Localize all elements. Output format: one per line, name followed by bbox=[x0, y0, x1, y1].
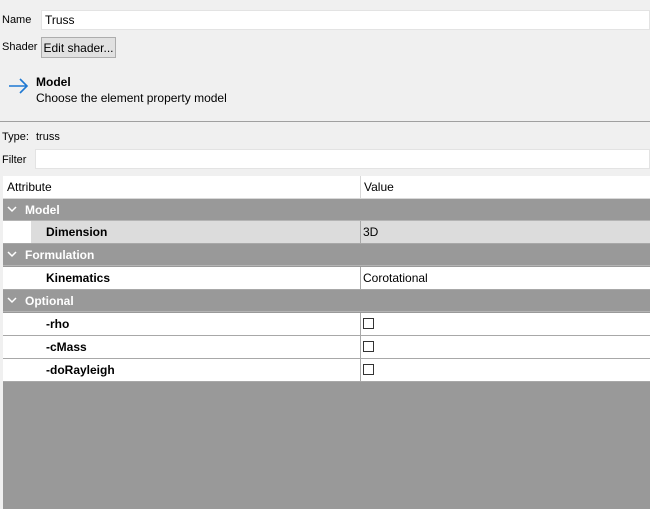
table-row[interactable]: Kinematics Corotational bbox=[3, 267, 650, 290]
attribute-name: Kinematics bbox=[46, 271, 111, 285]
attribute-name: -cMass bbox=[46, 340, 87, 354]
group-formulation[interactable]: Formulation bbox=[3, 244, 650, 266]
filter-label: Filter bbox=[2, 154, 27, 166]
type-value: truss bbox=[36, 131, 60, 143]
name-label: Name bbox=[2, 14, 32, 26]
dorayleigh-checkbox[interactable] bbox=[363, 364, 374, 375]
group-model[interactable]: Model bbox=[3, 199, 650, 221]
group-label: Model bbox=[25, 203, 60, 217]
rho-checkbox[interactable] bbox=[363, 318, 374, 329]
table-row[interactable]: -doRayleigh bbox=[3, 359, 650, 382]
property-table[interactable]: Attribute Value Model Dimension 3D Formu… bbox=[3, 176, 650, 509]
chevron-down-icon[interactable] bbox=[7, 205, 17, 213]
header-divider bbox=[0, 121, 650, 122]
group-optional[interactable]: Optional bbox=[3, 290, 650, 312]
group-label: Formulation bbox=[25, 248, 95, 262]
column-header-value[interactable]: Value bbox=[364, 176, 394, 198]
table-row[interactable]: -rho bbox=[3, 313, 650, 336]
table-row[interactable]: -cMass bbox=[3, 336, 650, 359]
table-header: Attribute Value bbox=[3, 176, 650, 199]
cmass-checkbox[interactable] bbox=[363, 341, 374, 352]
name-input[interactable]: Truss bbox=[41, 10, 650, 30]
model-subtitle: Choose the element property model bbox=[36, 91, 227, 105]
column-header-attribute[interactable]: Attribute bbox=[7, 176, 52, 198]
table-row[interactable]: Dimension 3D bbox=[3, 221, 650, 244]
attribute-name: Dimension bbox=[46, 225, 108, 239]
dimension-value[interactable]: 3D bbox=[363, 221, 378, 243]
attribute-name: -rho bbox=[46, 317, 70, 331]
group-label: Optional bbox=[25, 294, 74, 308]
arrow-right-icon bbox=[9, 78, 29, 94]
edit-shader-button[interactable]: Edit shader... bbox=[41, 37, 116, 58]
shader-label: Shader bbox=[2, 41, 38, 53]
filter-input[interactable] bbox=[35, 149, 650, 169]
kinematics-value[interactable]: Corotational bbox=[363, 267, 428, 289]
attribute-name: -doRayleigh bbox=[46, 363, 115, 377]
type-label: Type: bbox=[2, 131, 29, 143]
model-title: Model bbox=[36, 75, 71, 89]
chevron-down-icon[interactable] bbox=[7, 250, 17, 258]
chevron-down-icon[interactable] bbox=[7, 296, 17, 304]
